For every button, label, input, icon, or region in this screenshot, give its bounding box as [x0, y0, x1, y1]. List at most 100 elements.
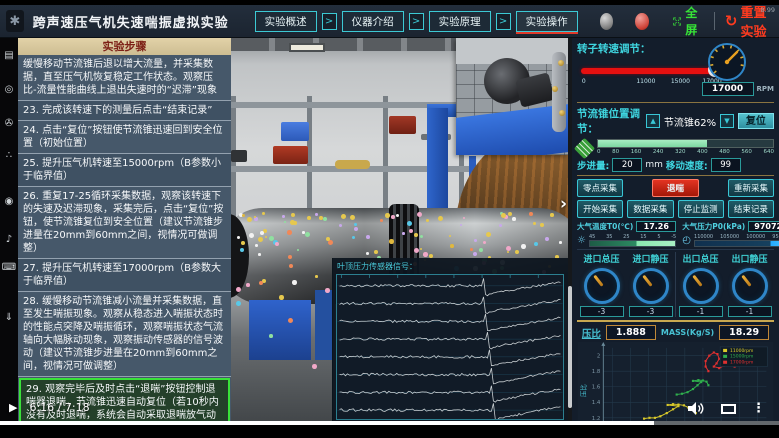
gold-fitting-decor — [558, 60, 564, 66]
throttle-scale-tick: 160 — [631, 149, 642, 155]
ambient-temp-value: 17.26 — [636, 221, 676, 232]
video-progress-fill — [0, 421, 654, 425]
scene-3d-viewport[interactable]: 叶顶压力传感器信号： › — [231, 38, 568, 421]
video-progress-bar[interactable] — [0, 421, 779, 425]
section-divider — [577, 175, 774, 176]
status-lamp-red-icon — [635, 13, 649, 30]
waveform-title: 叶顶压力传感器信号： — [333, 258, 568, 273]
throttle-scale-tick: 400 — [697, 149, 708, 155]
gauge-value: -3 — [580, 306, 624, 317]
notes-icon[interactable]: ▤ — [0, 50, 18, 61]
film-icon[interactable]: ✇ — [0, 118, 18, 129]
control-button-零点采集[interactable]: 零点采集 — [577, 179, 623, 197]
throttle-scale-labels: 080160240320400480560640 — [597, 149, 774, 155]
theater-mode-icon[interactable] — [721, 404, 736, 414]
svg-text:1.4: 1.4 — [592, 400, 601, 406]
gauge-needle — [642, 275, 652, 287]
tab-2[interactable]: 仪器介绍 — [342, 11, 404, 32]
throttle-scale-tick: 0 — [597, 149, 601, 155]
throttle-position-bar[interactable] — [597, 139, 774, 148]
mass-flow-label: MASS(Kg/S) — [661, 328, 714, 337]
tab-4[interactable]: 实验操作 — [516, 11, 578, 32]
throttle-scale-tick: 480 — [719, 149, 730, 155]
step-size-input[interactable]: 20 — [612, 158, 642, 172]
audio-icon[interactable]: ♪ — [0, 234, 18, 245]
control-button-数据采集[interactable]: 数据采集 — [627, 200, 673, 218]
gauge-3: 出口总压-1 — [676, 252, 725, 317]
gauge-4: 出口静压 -1 — [725, 252, 774, 317]
gauge-needle — [741, 275, 751, 287]
gauge-value: -3 — [629, 306, 673, 317]
left-toolbar: ▤ ◎ ✇ ∴ ◉ ♪ ⌨ ⇓ — [0, 38, 18, 421]
control-button-退喘[interactable]: 退喘 — [652, 179, 699, 197]
svg-text:1.6: 1.6 — [592, 385, 601, 391]
rotor-speed-slider[interactable]: 0110001500017000 — [581, 65, 719, 77]
step-item: 缓慢移动节流锥后退以增大流量，并采集数据，直至压气机恢复稳定工作状态。观察压比-… — [18, 55, 231, 101]
chevron-right-icon[interactable]: › — [560, 194, 567, 214]
gauge-value: -1 — [728, 306, 772, 317]
throttle-scale-tick: 560 — [741, 149, 752, 155]
control-button-结束记录[interactable]: 结束记录 — [728, 200, 774, 218]
control-button-开始采集[interactable]: 开始采集 — [577, 200, 623, 218]
gauge-label: 出口静压 — [725, 252, 774, 265]
control-button-停止监测[interactable]: 停止监测 — [678, 200, 724, 218]
volume-icon[interactable] — [688, 402, 705, 415]
move-speed-label: 移动速度: — [666, 158, 708, 172]
throttle-reset-button[interactable]: 复位 — [738, 113, 774, 129]
section-divider — [577, 320, 774, 322]
control-buttons-row2: 开始采集数据采集停止监测结束记录 — [577, 200, 774, 218]
gauge-2: 进口静压-3 — [626, 252, 675, 317]
waveform-chart — [336, 274, 564, 420]
scene-inset-view[interactable] — [456, 38, 568, 155]
reset-icon: ↻ — [725, 12, 738, 30]
svg-text:15000rpm: 15000rpm — [730, 354, 753, 360]
control-button-重新采集[interactable]: 重新采集 — [728, 179, 774, 197]
tab-3[interactable]: 实验原理 — [429, 11, 491, 32]
ambient-temp-label: 大气温度T0(℃) — [577, 221, 633, 232]
throttle-scale-tick: 320 — [675, 149, 686, 155]
gauge-1: 进口总压-3 — [577, 252, 626, 317]
particles-icon[interactable]: ∴ — [0, 150, 18, 161]
tab-chevron-icon[interactable]: > — [409, 13, 424, 30]
camera-icon[interactable]: ◎ — [0, 84, 18, 95]
throttle-up-button[interactable]: ▲ — [646, 114, 660, 128]
temp-bar — [589, 240, 676, 247]
step-item: 27. 提升压气机转速至17000rpm（B参数大于临界值） — [18, 259, 231, 292]
rpm-unit-label: RPM — [757, 85, 775, 93]
ruler-icon — [574, 138, 595, 159]
more-options-icon[interactable]: ⋮ — [752, 404, 765, 414]
pressure-bar — [694, 240, 779, 247]
download-icon[interactable]: ⇓ — [0, 312, 18, 323]
waveform-panel: 叶顶压力传感器信号： — [332, 258, 568, 421]
move-speed-input[interactable]: 99 — [711, 158, 741, 172]
slider-tick-label: 11000 — [636, 78, 655, 85]
gauge-dial-icon — [732, 268, 768, 304]
svg-text:17000rpm: 17000rpm — [730, 360, 753, 366]
control-panel: 转子转速调节： 0110001500017000 17000 RPM 节流锥位置… — [572, 38, 779, 421]
fullscreen-button[interactable]: 全屏 — [673, 4, 704, 38]
temperature-icon: ☼ — [577, 235, 586, 246]
divider — [714, 12, 715, 30]
slider-track[interactable] — [581, 68, 719, 74]
steps-header: 实验步骤 — [18, 38, 231, 55]
step-item: 25. 提升压气机转速至15000rpm（B参数小于临界值） — [18, 154, 231, 187]
step-item: 23. 完成该转速下的测量后点击“结束记录” — [18, 101, 231, 121]
eye-icon[interactable]: ◉ — [0, 196, 18, 207]
slider-tick-label: 15000 — [671, 78, 690, 85]
svg-text:1.8: 1.8 — [592, 369, 601, 375]
mass-flow-value: 18.29 — [719, 325, 769, 340]
step-item: 24. 点击“复位”按钮使节流锥迅速回到安全位置（初始位置） — [18, 121, 231, 154]
keyboard-icon[interactable]: ⌨ — [0, 262, 18, 273]
steps-list[interactable]: 缓慢移动节流锥后退以增大流量，并采集数据，直至压气机恢复稳定工作状态。观察压比-… — [18, 55, 231, 421]
gauge-needle — [593, 275, 603, 287]
play-button[interactable]: ▶ — [9, 401, 17, 414]
video-time: 6:16 / 7:18 — [29, 401, 89, 414]
throttle-down-button[interactable]: ▼ — [720, 114, 734, 128]
rpm-value-box[interactable]: 17000 — [702, 82, 754, 96]
tab-1[interactable]: 实验概述 — [255, 11, 317, 32]
tab-chevron-icon[interactable]: > — [322, 13, 337, 30]
tab-chevron-icon[interactable]: > — [496, 13, 511, 30]
gauge-value: -1 — [679, 306, 723, 317]
app-window: ✱ 跨声速压气机失速喘振虚拟实验 实验概述>仪器介绍>实验原理>实验操作 全屏 … — [0, 0, 779, 438]
rpm-gauge — [706, 41, 748, 83]
